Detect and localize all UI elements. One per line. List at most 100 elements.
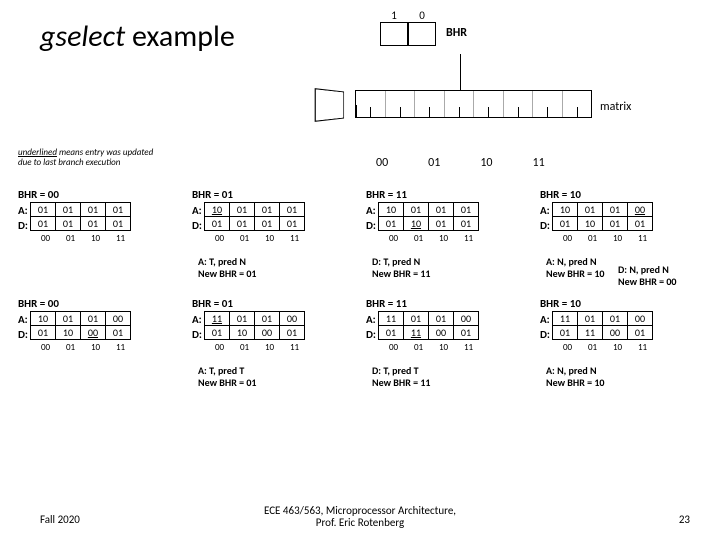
cell-D-1: 10 — [577, 216, 603, 231]
col-labels: 00011011 — [33, 233, 180, 244]
cell-A-0: 01 — [30, 202, 56, 217]
cell-A-2: 01 — [602, 202, 628, 217]
cell-D-2: 01 — [428, 216, 454, 231]
cell-D-2: 01 — [80, 216, 106, 231]
panel-caption: D: T, pred NNew BHR = 11 — [372, 256, 528, 279]
counter-table: 1101010001110001 — [553, 312, 653, 340]
idx-10: 10 — [480, 156, 492, 170]
decoder-row — [315, 90, 592, 120]
matrix-indices: 00 01 10 11 — [376, 156, 545, 170]
panel-caption: D: T, pred TNew BHR = 11 — [372, 365, 528, 388]
cell-D-2: 00 — [428, 325, 454, 340]
idx-11: 11 — [533, 156, 545, 170]
cell-D-0: 01 — [204, 325, 230, 340]
panel-header: BHR = 01 — [192, 188, 354, 201]
cell-D-0: 01 — [552, 325, 578, 340]
panel-header: BHR = 01 — [192, 297, 354, 310]
footer-center: ECE 463/563, Microprocessor Architecture… — [264, 505, 456, 530]
cell-A-2: 01 — [80, 202, 106, 217]
matrix-label: matrix — [600, 100, 631, 114]
cell-A-1: 01 — [403, 202, 429, 217]
cell-D-1: 10 — [403, 216, 429, 231]
cell-D-0: 01 — [552, 216, 578, 231]
row-labels: A:D: — [540, 203, 550, 233]
panel-7: BHR = 10A:D:110101000111000100011011A: N… — [540, 297, 702, 388]
panel-header: BHR = 11 — [366, 297, 528, 310]
cell-D-1: 01 — [229, 216, 255, 231]
cell-D-1: 11 — [577, 325, 603, 340]
cell-A-0: 11 — [552, 311, 578, 326]
panel-0: BHR = 00A:D:010101010101010100011011 — [18, 188, 180, 279]
bhr-bit-1: 0 — [408, 22, 436, 46]
table-wrap: A:D:1101010001100001 — [192, 312, 354, 342]
cell-A-1: 01 — [55, 202, 81, 217]
cell-D-3: 01 — [453, 325, 479, 340]
cell-D-1: 01 — [55, 216, 81, 231]
cell-A-2: 01 — [254, 311, 280, 326]
cell-A-1: 01 — [577, 202, 603, 217]
col-labels: 00011011 — [33, 342, 180, 353]
cell-A-1: 01 — [229, 311, 255, 326]
cell-D-0: 01 — [30, 325, 56, 340]
cell-A-2: 01 — [428, 202, 454, 217]
cell-D-3: 01 — [279, 325, 305, 340]
table-wrap: A:D:1101010001110001 — [366, 312, 528, 342]
cell-A-0: 10 — [30, 311, 56, 326]
counter-table: 1101010001100001 — [205, 312, 305, 340]
cell-A-0: 10 — [204, 202, 230, 217]
cell-D-2: 00 — [254, 325, 280, 340]
row-labels: A:D: — [366, 312, 376, 342]
panel-5: BHR = 01A:D:110101000110000100011011A: T… — [192, 297, 354, 388]
cell-A-0: 10 — [378, 202, 404, 217]
counter-table: 1101010001110001 — [379, 312, 479, 340]
bhr-label: BHR — [446, 26, 467, 40]
row-labels: A:D: — [192, 203, 202, 233]
panel-4: BHR = 00A:D:100101000110000100011011 — [18, 297, 180, 388]
counter-table: 1001010101010101 — [205, 203, 305, 231]
cell-A-0: 11 — [204, 311, 230, 326]
table-wrap: A:D:0101010101010101 — [18, 203, 180, 233]
decoder-shape — [315, 88, 344, 122]
bhr-bit-0: 1 — [380, 22, 408, 46]
idx-01: 01 — [428, 156, 440, 170]
cell-A-2: 01 — [80, 311, 106, 326]
row-labels: A:D: — [366, 203, 376, 233]
title-italic: gselect — [40, 18, 125, 55]
row-labels: A:D: — [18, 203, 28, 233]
row-labels: A:D: — [18, 312, 28, 342]
extra-caption: D: N, pred NNew BHR = 00 — [618, 264, 718, 287]
col-labels: 00011011 — [381, 342, 528, 353]
cell-D-1: 10 — [229, 325, 255, 340]
cell-A-2: 01 — [428, 311, 454, 326]
counter-table: 1001010001100001 — [31, 312, 131, 340]
bhr-register: 1 0 BHR — [380, 22, 467, 46]
cell-D-3: 01 — [279, 216, 305, 231]
table-wrap: A:D:1001010001100101 — [540, 203, 702, 233]
idx-00: 00 — [376, 156, 388, 170]
col-labels: 00011011 — [555, 233, 702, 244]
counter-table: 0101010101010101 — [31, 203, 131, 231]
cell-A-0: 10 — [552, 202, 578, 217]
cell-A-3: 00 — [279, 311, 305, 326]
footer-right: 23 — [679, 513, 690, 526]
table-wrap: A:D:1101010001110001 — [540, 312, 702, 342]
panel-header: BHR = 11 — [366, 188, 528, 201]
legend-note: underlined means entry was updated due t… — [18, 148, 158, 168]
cell-D-2: 01 — [254, 216, 280, 231]
row-labels: A:D: — [192, 312, 202, 342]
cell-D-2: 01 — [602, 216, 628, 231]
cell-A-3: 00 — [453, 311, 479, 326]
cell-A-3: 01 — [105, 202, 131, 217]
table-wrap: A:D:1001010001100001 — [18, 312, 180, 342]
col-labels: 00011011 — [381, 233, 528, 244]
counter-table: 1001010101100101 — [379, 203, 479, 231]
table-wrap: A:D:1001010101010101 — [192, 203, 354, 233]
panel-header: BHR = 10 — [540, 297, 702, 310]
panel-2: BHR = 11 A:D:1001010101100101 00011011 D: T… — [366, 188, 528, 279]
cell-A-1: 01 — [229, 202, 255, 217]
cell-D-3: 01 — [105, 325, 131, 340]
cell-A-1: 01 — [55, 311, 81, 326]
cell-A-0: 11 — [378, 311, 404, 326]
matrix-box — [355, 90, 592, 118]
cell-D-3: 01 — [627, 216, 653, 231]
